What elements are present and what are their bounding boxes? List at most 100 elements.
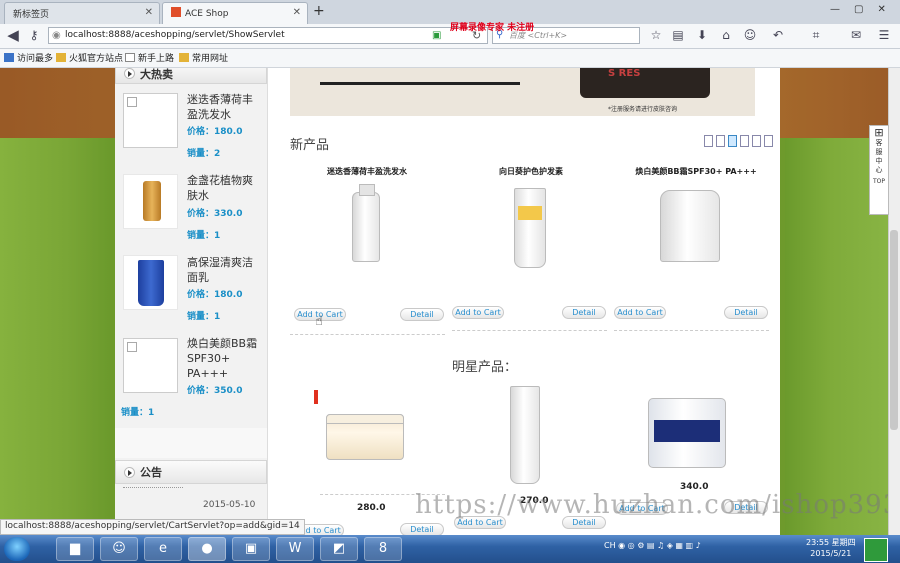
product-name[interactable]: 焕白美颜BB霜SPF30+ PA+++	[626, 166, 766, 177]
star-icon[interactable]: ☆	[648, 27, 664, 43]
word-icon[interactable]: W	[276, 537, 314, 561]
bookmark-common-sites[interactable]: 常用网址	[179, 51, 228, 64]
divider	[614, 330, 769, 331]
product-name[interactable]: 迷迭香薄荷丰盈洗发水	[302, 166, 432, 177]
clock-time: 23:55 星期四	[806, 538, 856, 547]
minimize-icon[interactable]: —	[830, 4, 854, 15]
menu-icon[interactable]: ☰	[876, 27, 892, 43]
web-page: 大热卖 迷迭香薄荷丰盈洗发水 价格：180.0 销量：2 金盏花植物爽肤水 价格…	[0, 68, 900, 535]
hot-item-thumb[interactable]	[123, 93, 178, 148]
hot-item-thumb[interactable]	[123, 255, 178, 310]
hot-sales-title: 大热卖	[140, 68, 173, 81]
undo-icon[interactable]: ↶	[770, 27, 786, 43]
bookmark-firefox[interactable]: 火狐官方站点	[56, 51, 123, 64]
start-button[interactable]	[4, 537, 30, 561]
detail-button[interactable]: Detail	[562, 306, 606, 319]
hot-item-name[interactable]: 高保湿清爽洁面乳	[187, 255, 263, 285]
firefox-icon[interactable]: ●	[188, 537, 226, 561]
app-icon[interactable]: ◩	[320, 537, 358, 561]
bookmark-most-visited[interactable]: 访问最多	[4, 51, 53, 64]
new-products-title: 新产品	[290, 138, 330, 153]
pager-item[interactable]	[752, 135, 761, 147]
new-tab-button[interactable]: +	[313, 3, 325, 19]
close-icon[interactable]: ✕	[145, 7, 153, 18]
language-indicator[interactable]: CH	[604, 541, 616, 550]
clock[interactable]: 23:55 星期四 2015/5/21	[806, 537, 856, 559]
pager-item[interactable]	[704, 135, 713, 147]
back-button[interactable]: ◀	[5, 27, 21, 43]
product-name[interactable]: 向日葵护色护发素	[466, 166, 596, 177]
home-icon[interactable]: ⌂	[718, 27, 734, 43]
qq-icon[interactable]: ☺	[100, 537, 138, 561]
tab-new-tab[interactable]: 新标签页 ✕	[4, 2, 160, 24]
page-icon	[125, 53, 135, 62]
download-icon[interactable]: ⬇	[694, 27, 710, 43]
hot-item-thumb[interactable]	[123, 338, 178, 393]
tray-icons[interactable]: ◉ ◎ ⚙ ▤ ♫ ◈ ▦ ▥ ♪	[618, 541, 701, 550]
tab-label: 新标签页	[13, 10, 50, 20]
favicon-icon	[171, 7, 181, 17]
hot-item-name[interactable]: 焕白美颜BB霜SPF30+ PA+++	[187, 336, 263, 381]
hot-item-sold: 销量：2	[187, 149, 221, 159]
scrollbar-thumb[interactable]	[890, 230, 898, 430]
close-icon[interactable]: ✕	[293, 7, 301, 18]
bb-cream-tube-image[interactable]	[660, 190, 720, 262]
product-price: 280.0	[357, 503, 386, 513]
divider	[290, 334, 445, 335]
add-to-cart-button[interactable]: Add to Cart	[614, 306, 666, 319]
banner-dark-panel	[580, 68, 710, 98]
add-to-cart-button[interactable]: Add to Cart	[452, 306, 504, 319]
detail-button[interactable]: Detail	[400, 308, 444, 321]
shampoo-bottle-image[interactable]	[352, 192, 380, 262]
ie-icon[interactable]: e	[144, 537, 182, 561]
bookmark-getting-started[interactable]: 新手上路	[125, 51, 174, 64]
explorer-icon[interactable]: ▆	[56, 537, 94, 561]
tube-label	[518, 206, 542, 220]
promo-banner[interactable]: S RES *注册服务请进行皮肤咨询	[290, 68, 755, 116]
hot-item-sold: 销量：1	[187, 231, 221, 241]
pager-item[interactable]	[740, 135, 749, 147]
bookmark-bar: 访问最多 火狐官方站点 新手上路 常用网址	[0, 49, 900, 68]
shield-icon[interactable]: ▣	[432, 30, 441, 41]
show-desktop-button[interactable]	[864, 538, 888, 562]
crop-icon[interactable]: ⌗	[808, 27, 824, 43]
pager-item[interactable]	[716, 135, 725, 147]
window-controls: —▢✕	[830, 4, 900, 15]
folder-icon	[179, 53, 189, 62]
recorder-icon[interactable]: ▣	[232, 537, 270, 561]
chat-icon[interactable]: ✉	[848, 27, 864, 43]
conditioner-tube-image[interactable]	[514, 188, 546, 268]
eclipse-icon[interactable]: 8	[364, 537, 402, 561]
pager-item-active[interactable]	[728, 135, 737, 147]
detail-button[interactable]: Detail	[400, 523, 444, 535]
hot-item-price: 价格：350.0	[187, 386, 243, 396]
pager-item[interactable]	[764, 135, 773, 147]
banner-edge	[314, 390, 318, 404]
detail-button[interactable]: Detail	[724, 306, 768, 319]
bottle-cap	[359, 184, 375, 196]
banner-rule	[320, 82, 520, 85]
hot-item-sold: 销量：1	[121, 408, 155, 418]
key-icon[interactable]: ⚷	[26, 27, 42, 43]
hot-item-sold: 销量：1	[187, 312, 221, 322]
tab-ace-shop[interactable]: ACE Shop ✕	[162, 2, 308, 24]
hand-cursor-icon: ☝	[315, 314, 323, 329]
cream-tube-image[interactable]	[510, 386, 540, 484]
hot-item-thumb[interactable]	[123, 174, 178, 229]
hot-item-name[interactable]: 金盏花植物爽肤水	[187, 173, 263, 203]
jar-label	[654, 420, 720, 442]
plus-icon[interactable]: ⊞	[870, 127, 888, 138]
banner-tag: S RES	[608, 68, 641, 79]
address-bar[interactable]: ◉ localhost:8888/aceshopping/servlet/Sho…	[48, 27, 488, 44]
emoji-icon[interactable]: ☺	[742, 27, 758, 43]
notice-item-link[interactable]	[123, 487, 183, 492]
maximize-icon[interactable]: ▢	[854, 4, 877, 15]
bookmarks-icon[interactable]: ▤	[670, 27, 686, 43]
hot-item-name[interactable]: 迷迭香薄荷丰盈洗发水	[187, 92, 263, 122]
close-window-icon[interactable]: ✕	[877, 4, 899, 15]
hot-item-price: 价格：180.0	[187, 290, 243, 300]
clock-date: 2015/5/21	[810, 549, 852, 558]
customer-service-widget[interactable]: ⊞ 客服中心 TOP	[869, 125, 889, 215]
site-watermark: https://www.huzhan.com/ishop39397	[415, 490, 900, 520]
top-link[interactable]: TOP	[870, 177, 888, 186]
